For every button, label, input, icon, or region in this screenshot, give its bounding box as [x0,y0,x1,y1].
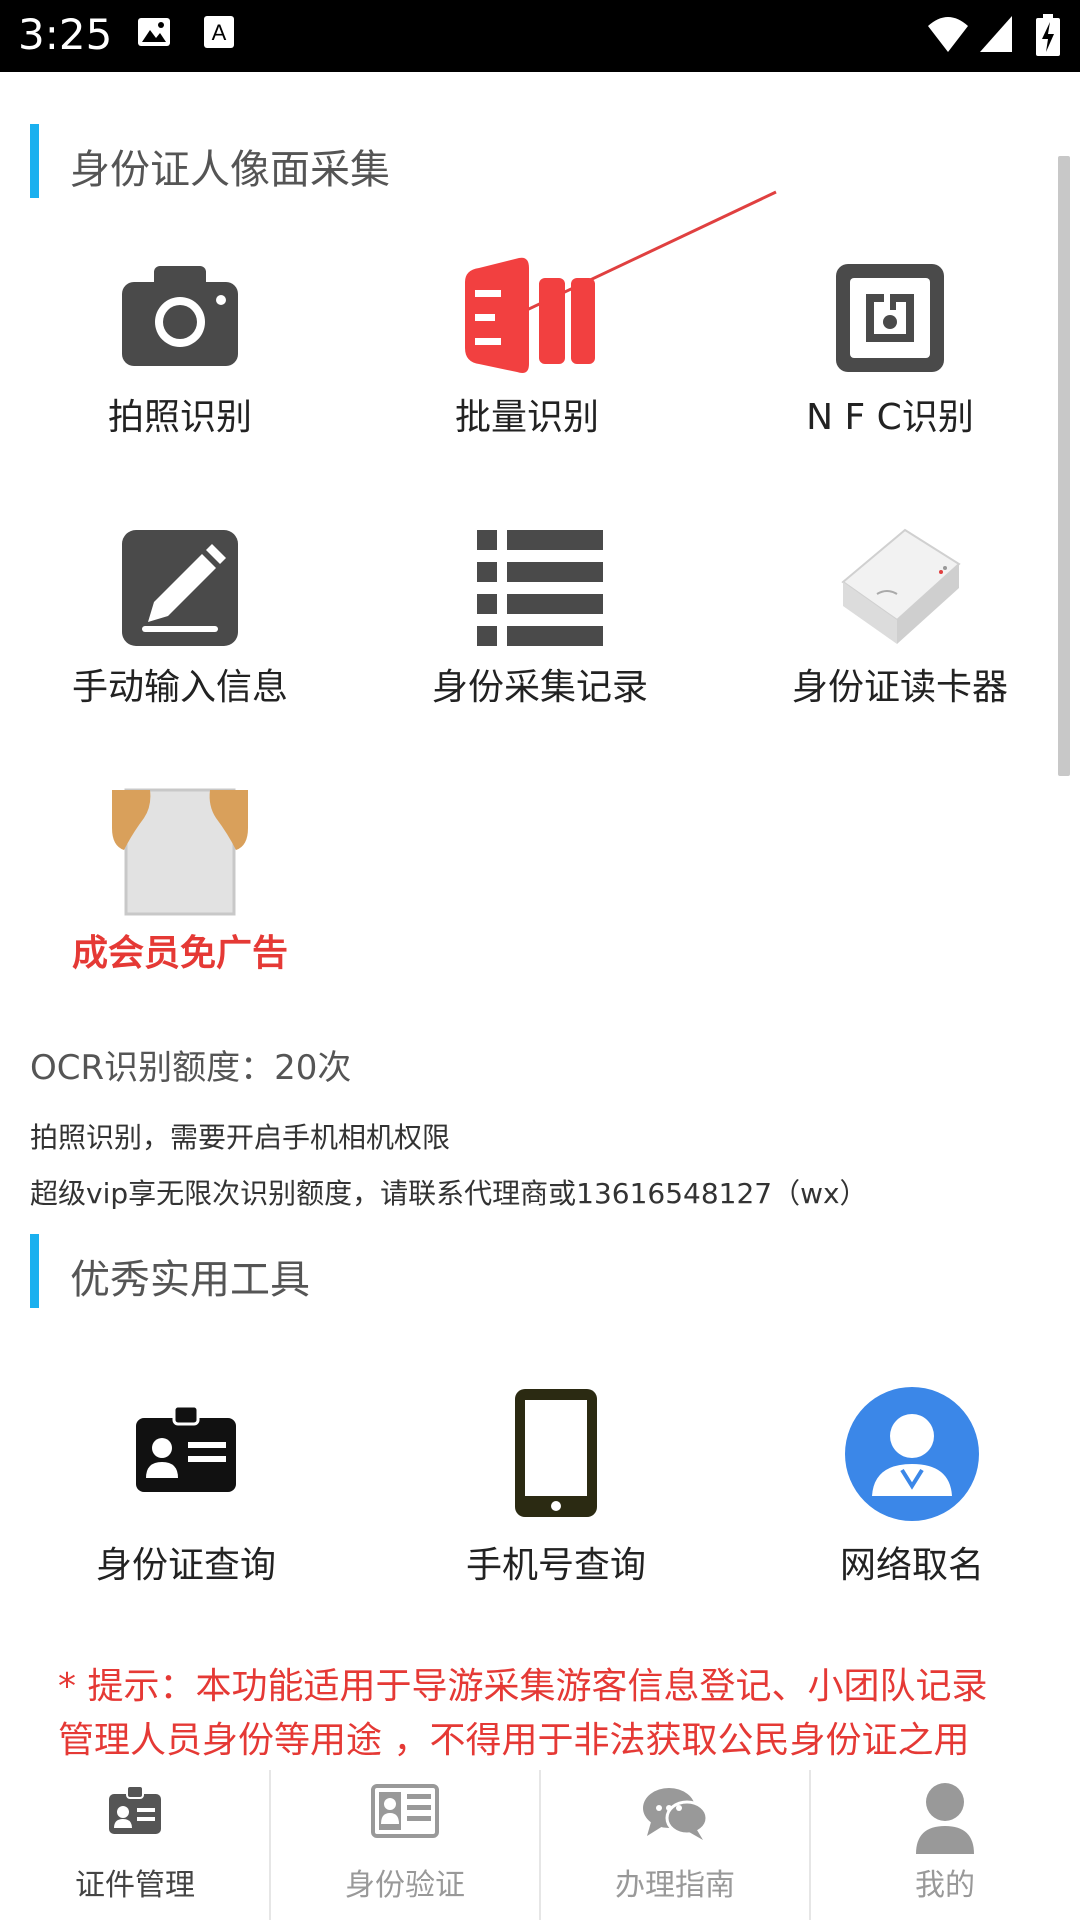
vip-contact-note: 超级vip享无限次识别额度，请联系代理商或13616548127（wx） [30,1177,868,1210]
phone-icon [376,1386,736,1520]
list-icon [360,528,720,648]
chat-bubbles-icon [540,1784,810,1842]
usage-tip: * 提示：本功能适用于导游采集游客信息登记、小团队记录管理人员身份等用途 ，不得… [58,1666,988,1761]
ocr-quota-text: OCR识别额度：20次 [30,1048,352,1088]
section-accent-bar [30,1234,39,1308]
tile-label: N F C识别 [806,397,974,438]
main-content: 身份证人像面采集 拍照识别 批量识别 N F C识别 手动输入信息 身份采集记录 [0,72,1080,1772]
section-title-tools: 优秀实用工具 [70,1257,310,1303]
tab-mine[interactable]: 我的 [810,1770,1080,1920]
id-card-icon [0,1784,270,1836]
tab-handling-guide[interactable]: 办理指南 [540,1770,810,1920]
tab-identity-verification[interactable]: 身份验证 [270,1770,540,1920]
tile-label: 成会员免广告 [71,933,288,974]
tab-label: 身份验证 [345,1868,465,1903]
vip-shirt-icon [0,788,360,918]
tab-document-management[interactable]: 证件管理 [0,1770,270,1920]
tile-label: 身份证读卡器 [791,667,1008,708]
tile-batch-recognition[interactable]: 批量识别 [347,252,707,438]
tile-online-naming[interactable]: 网络取名 [732,1386,1080,1586]
tile-nfc-recognition[interactable]: N F C识别 [710,252,1070,438]
status-time: 3:25 [18,10,113,59]
section-accent-bar [30,124,39,198]
tile-phone-query[interactable]: 手机号查询 [376,1386,736,1586]
id-verify-icon [270,1784,540,1838]
tile-vip-no-ads[interactable]: 成会员免广告 [0,784,360,974]
tile-id-query[interactable]: 身份证查询 [6,1386,366,1586]
tile-label: 批量识别 [454,397,599,438]
id-card-icon [6,1404,366,1494]
wifi-icon [926,14,970,58]
tab-label: 证件管理 [75,1868,195,1903]
user-circle-icon [732,1386,1080,1522]
tile-label: 手动输入信息 [71,667,288,708]
camera-icon [0,264,360,368]
signal-icon [978,14,1014,58]
svg-text:A: A [212,20,227,45]
tile-capture-records[interactable]: 身份采集记录 [360,522,720,708]
edit-icon [0,528,360,648]
tile-label: 拍照识别 [107,397,252,438]
image-notification-icon [136,14,172,54]
tile-label: 身份证查询 [95,1545,276,1586]
tab-label: 办理指南 [615,1868,735,1903]
battery-icon [1034,14,1062,62]
tile-manual-input[interactable]: 手动输入信息 [0,522,360,708]
bottom-tab-bar: 证件管理 身份验证 办理指南 我的 [0,1770,1080,1920]
nfc-icon [710,260,1070,376]
person-icon [810,1782,1080,1856]
section-title-id-capture: 身份证人像面采集 [70,147,390,193]
card-reader-icon [720,522,1080,652]
tile-card-reader[interactable]: 身份证读卡器 [720,522,1080,708]
tab-label: 我的 [915,1868,975,1903]
tile-label: 手机号查询 [465,1545,646,1586]
batch-icon [347,252,707,382]
tile-label: 身份采集记录 [431,667,648,708]
keyboard-notification-icon: A [202,14,236,54]
status-bar: 3:25 A [0,0,1080,72]
tile-label: 网络取名 [839,1545,984,1586]
tile-photo-recognition[interactable]: 拍照识别 [0,252,360,438]
camera-permission-note: 拍照识别，需要开启手机相机权限 [30,1121,451,1154]
